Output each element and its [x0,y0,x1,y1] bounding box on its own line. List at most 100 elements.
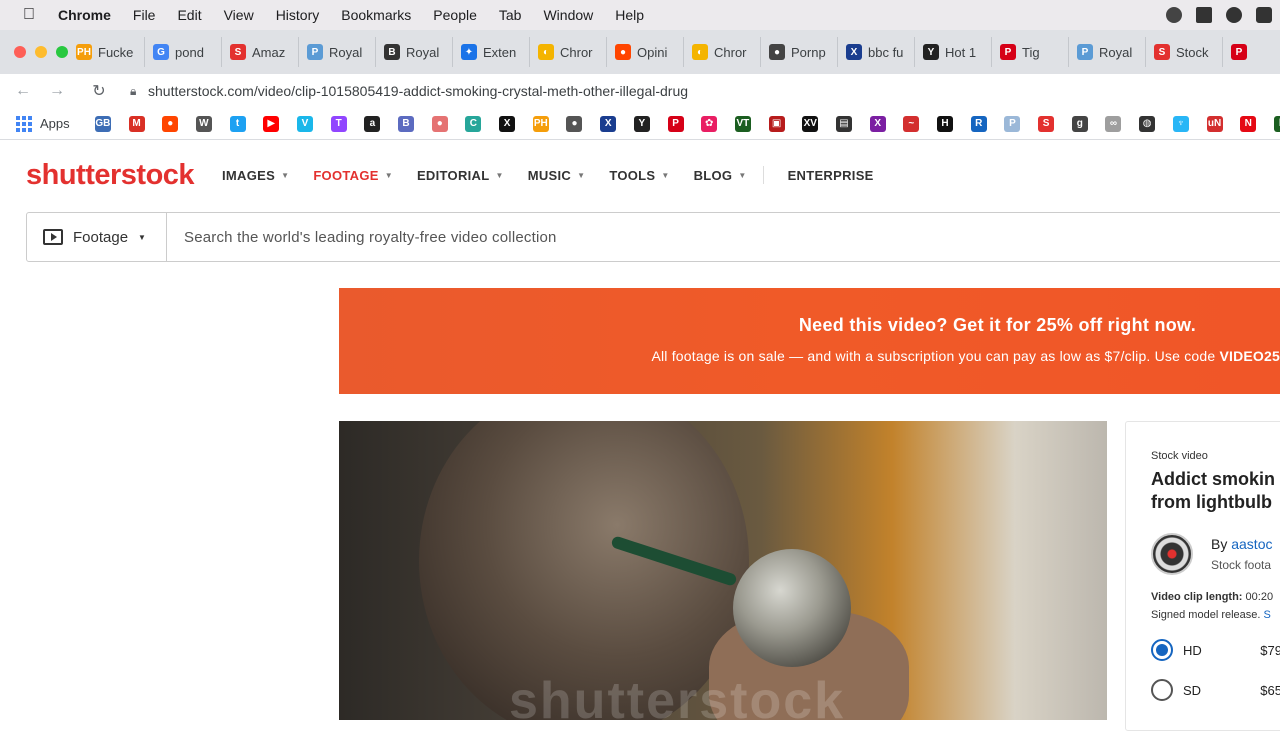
bookmark-item[interactable]: ▤ [827,115,861,132]
bookmark-item[interactable]: X [490,115,524,132]
lock-icon[interactable]: 🔒︎ [130,84,148,99]
menu-view[interactable]: View [213,7,265,23]
bookmark-item[interactable]: H [928,115,962,132]
menu-people[interactable]: People [422,7,488,23]
search-input[interactable] [167,214,1280,260]
maximize-window-icon[interactable] [56,46,68,58]
minimize-window-icon[interactable] [35,46,47,58]
menu-edit[interactable]: Edit [166,7,212,23]
bookmark-item[interactable]: V [288,115,322,132]
bookmark-item[interactable]: a [356,115,390,132]
bookmark-item[interactable]: P [659,115,693,132]
bookmark-item[interactable]: ♆ [1164,115,1198,132]
reload-icon[interactable]: ↻ [88,81,110,101]
bookmark-item[interactable]: P [996,115,1030,132]
bookmark-item[interactable]: N [1231,115,1265,132]
menu-history[interactable]: History [265,7,331,23]
address-bar[interactable]: 🔒︎ shutterstock.com/video/clip-101580541… [130,76,1280,106]
bookmark-item[interactable]: uN [1198,115,1232,132]
model-release-link[interactable]: S [1264,609,1271,621]
bookmark-item[interactable]: X [591,115,625,132]
bookmark-item[interactable]: X [861,115,895,132]
bookmark-item[interactable]: ▶ [254,115,288,132]
option-sd[interactable]: SD $65 [1151,679,1280,701]
bookmark-item[interactable]: ∞ [1097,115,1131,132]
tab-title: Royal [1099,44,1133,60]
nav-blog[interactable]: BLOG ▼ [694,168,747,183]
browser-tab[interactable]: P Royal [299,37,376,67]
author-row: By aastoc Stock foota [1151,533,1280,575]
author-avatar[interactable] [1151,533,1193,575]
menu-bookmarks[interactable]: Bookmarks [330,7,422,23]
sd-radio[interactable] [1151,679,1173,701]
back-arrow-icon[interactable]: ← [12,82,34,100]
bookmark-item[interactable]: T [322,115,356,132]
bookmark-item[interactable]: g [1063,115,1097,132]
browser-tab[interactable]: P Royal [1069,37,1146,67]
apps-grid-icon [16,115,32,132]
bookmark-item[interactable]: h [1265,115,1280,132]
hd-radio[interactable] [1151,639,1173,661]
browser-tab[interactable]: PH Fucke [68,37,145,67]
bookmark-item[interactable]: GB [86,115,120,132]
nav-editorial[interactable]: EDITORIAL ▼ [417,168,504,183]
bookmark-item[interactable]: XV [793,115,827,132]
nav-footage[interactable]: FOOTAGE ▼ [313,168,393,183]
control-icon[interactable] [1256,7,1272,23]
browser-tab[interactable]: Xbbc fu [838,37,915,67]
record-icon[interactable] [1166,7,1182,23]
bookmark-item[interactable]: t [221,115,255,132]
bookmark-item[interactable]: R [962,115,996,132]
menu-app-name[interactable]: Chrome [58,7,122,23]
promo-banner[interactable]: Need this video? Get it for 25% off righ… [339,288,1280,394]
nav-images[interactable]: IMAGES ▼ [222,168,289,183]
video-preview[interactable]: shutterstock [339,421,1107,720]
menu-file[interactable]: File [122,7,167,23]
close-window-icon[interactable] [14,46,26,58]
browser-tab[interactable]: S Stock [1146,37,1223,67]
browser-tab[interactable]: ● Opini [607,37,684,67]
bookmark-item[interactable]: B [389,115,423,132]
menu-help[interactable]: Help [604,7,655,23]
browser-tab[interactable]: B Royal [376,37,453,67]
nav-enterprise[interactable]: ENTERPRISE [788,168,874,183]
bookmark-item[interactable]: ▣ [760,115,794,132]
bookmark-item[interactable]: ● [423,115,457,132]
bookmark-item[interactable]: Y [625,115,659,132]
browser-tab[interactable]: P [1223,37,1280,67]
browser-tab[interactable]: S Amaz [222,37,299,67]
vlc-icon[interactable] [1196,7,1212,23]
browser-tab[interactable]: P Tig [992,37,1069,67]
apps-shortcut[interactable]: Apps [0,115,86,132]
bookmark-item[interactable]: ✿ [692,115,726,132]
bookmark-item[interactable]: ● [558,115,592,132]
browser-tab[interactable]: Y Hot 1 [915,37,992,67]
browser-tab[interactable]: ◐ Chror [684,37,761,67]
menu-tab[interactable]: Tab [488,7,533,23]
browser-tab[interactable]: Gpond [145,37,222,67]
bookmark-item[interactable]: VT [726,115,760,132]
bookmark-item[interactable]: M [120,115,154,132]
bookmark-item[interactable]: W [187,115,221,132]
bookmark-item[interactable]: ● [153,115,187,132]
status-icon[interactable] [1226,7,1242,23]
option-hd[interactable]: HD $79 [1151,639,1280,661]
forward-arrow-icon[interactable]: → [46,82,68,100]
bookmark-item[interactable]: S [1029,115,1063,132]
bookmark-item[interactable]: ~ [895,115,929,132]
shutterstock-logo[interactable]: shutterstock [26,159,222,192]
author-link[interactable]: aastoc [1231,536,1272,552]
menu-window[interactable]: Window [532,7,604,23]
search-scope-dropdown[interactable]: Footage ▼ [27,213,167,261]
browser-tab[interactable]: ✦ Exten [453,37,530,67]
browser-tab[interactable]: ● Pornp [761,37,838,67]
nav-music[interactable]: MUSIC ▼ [528,168,586,183]
apple-icon[interactable]:  [0,6,58,24]
bookmark-item[interactable]: ◍ [1130,115,1164,132]
bookmark-item[interactable]: PH [524,115,558,132]
bookmark-item[interactable]: C [457,115,491,132]
url-text[interactable]: shutterstock.com/video/clip-1015805419-a… [148,83,688,99]
nav-tools[interactable]: TOOLS ▼ [609,168,669,183]
browser-tab[interactable]: ◐ Chror [530,37,607,67]
tab-favicon-icon: P [307,44,323,60]
